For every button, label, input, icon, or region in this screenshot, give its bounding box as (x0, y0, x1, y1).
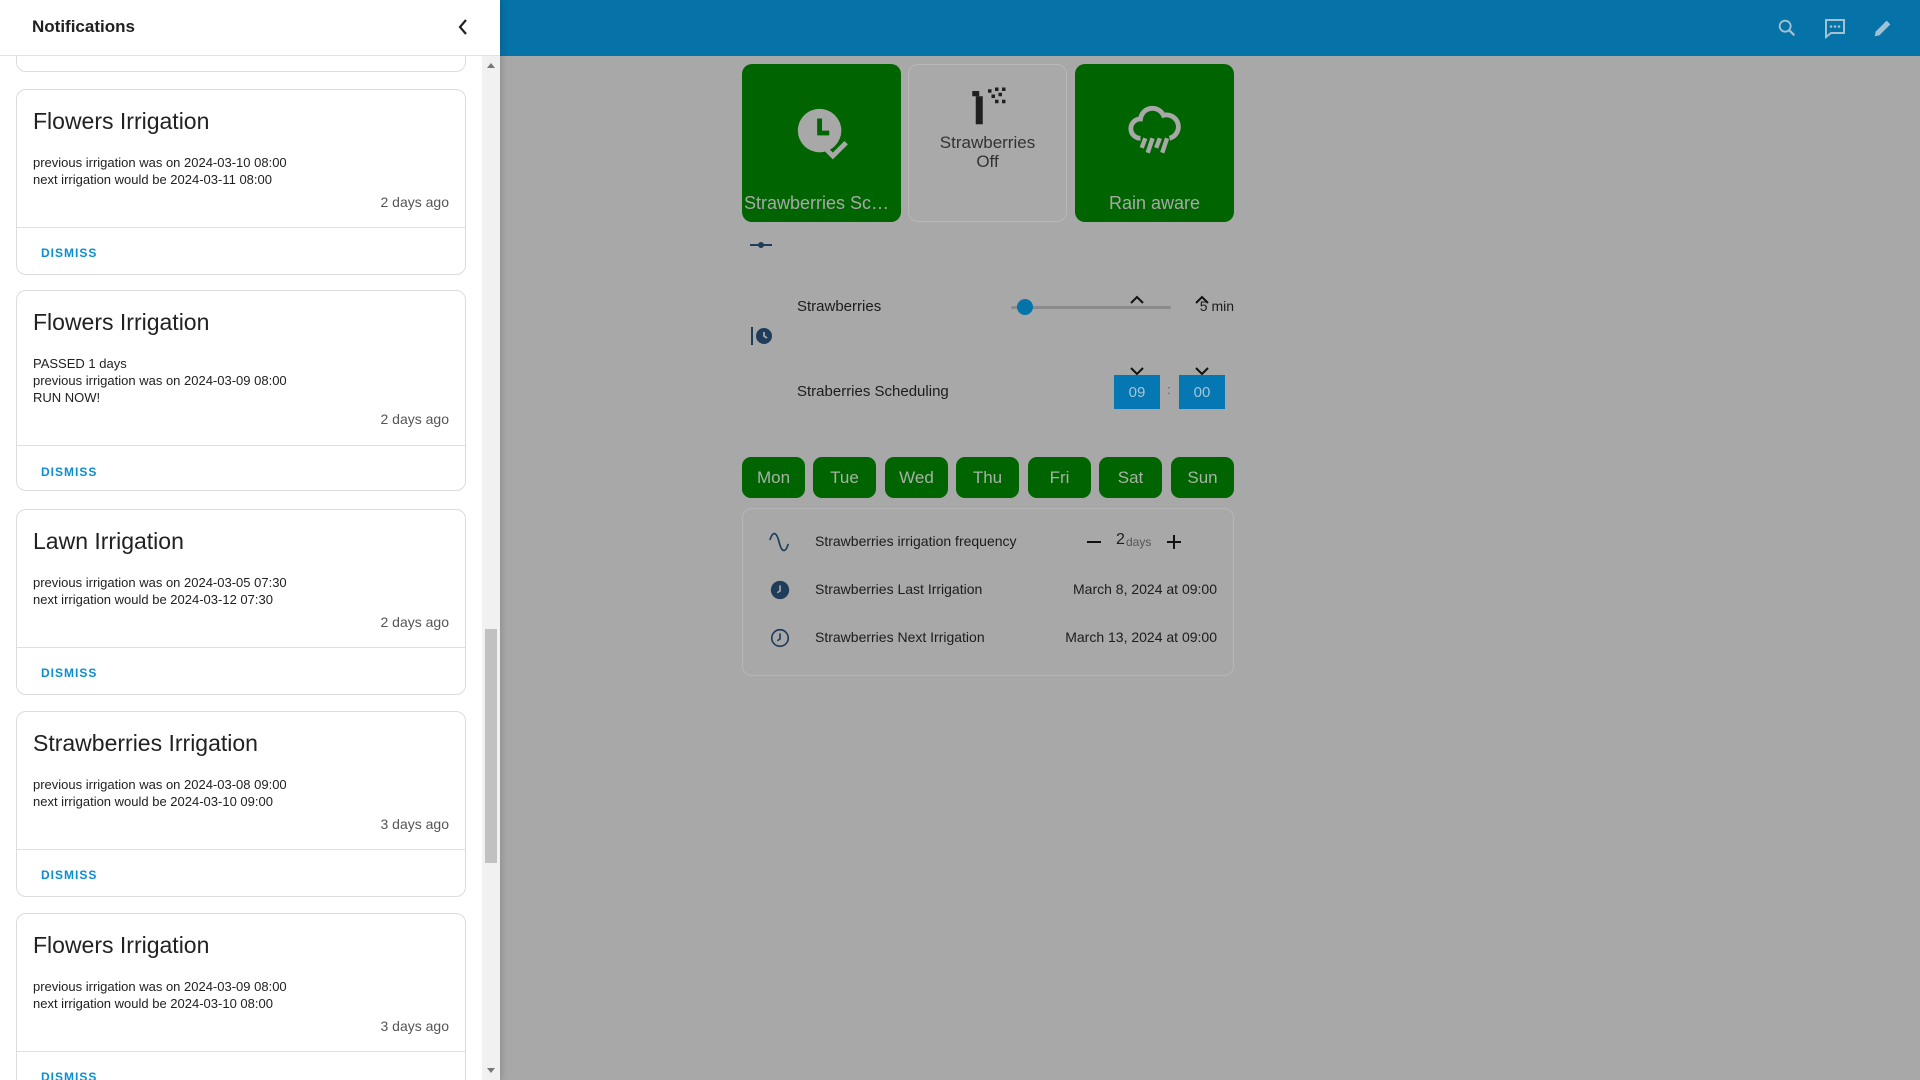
day-button-sun[interactable]: Sun (1171, 457, 1234, 498)
chat-icon[interactable] (1821, 14, 1849, 42)
notification-message: previous irrigation was on 2024-03-10 08… (33, 155, 287, 187)
notification-card: Flowers Irrigation PASSED 1 days previou… (16, 290, 466, 491)
notification-card: Strawberries Irrigation previous irrigat… (16, 711, 466, 897)
scroll-up-arrow-icon[interactable] (486, 60, 496, 70)
minus-icon[interactable] (1087, 541, 1101, 543)
next-irrigation-row: Strawberries Next Irrigation March 13, 2… (743, 623, 1233, 653)
frequency-row: Strawberries irrigation frequency 2 days (743, 527, 1233, 557)
notification-card: Flowers Irrigation previous irrigation w… (16, 913, 466, 1080)
tile-strawberries-valve[interactable]: Strawberries Off (908, 64, 1067, 222)
notification-title: Lawn Irrigation (33, 528, 184, 554)
duration-slider-knob[interactable] (1017, 299, 1033, 315)
notification-card: Lawn Irrigation previous irrigation was … (16, 509, 466, 695)
day-button-fri[interactable]: Fri (1028, 457, 1091, 498)
notification-title: Strawberries Irrigation (33, 730, 258, 756)
last-irrigation-row: Strawberries Last Irrigation March 8, 20… (743, 575, 1233, 605)
duration-name: Strawberries (797, 298, 882, 315)
notification-title: Flowers Irrigation (33, 932, 210, 958)
search-icon[interactable] (1773, 14, 1801, 42)
notification-list[interactable]: Flowers Irrigation previous irrigation w… (0, 56, 482, 1080)
tile-rain-aware[interactable]: Rain aware (1075, 64, 1234, 222)
hour-up-chevron-icon[interactable] (1127, 289, 1147, 309)
tile-label: Strawberries (939, 133, 1036, 152)
notification-scrollbar[interactable] (482, 56, 500, 1080)
chevron-left-icon[interactable] (452, 16, 474, 38)
notification-title: Flowers Irrigation (33, 108, 210, 134)
slider-icon (750, 242, 772, 248)
clock-outline-icon (770, 628, 790, 648)
notification-message: previous irrigation was on 2024-03-05 07… (33, 575, 287, 607)
notification-message: previous irrigation was on 2024-03-08 09… (33, 777, 287, 809)
minute-up-chevron-icon[interactable] (1192, 289, 1212, 309)
next-irrigation-value: March 13, 2024 at 09:00 (1065, 629, 1217, 645)
notification-message: previous irrigation was on 2024-03-09 08… (33, 979, 287, 1011)
day-button-thu[interactable]: Thu (956, 457, 1019, 498)
scheduling-name: Straberries Scheduling (797, 383, 949, 400)
scrollbar-thumb[interactable] (485, 629, 497, 863)
dismiss-button[interactable]: DISMISS (41, 666, 97, 680)
notification-title: Flowers Irrigation (33, 309, 210, 335)
irrigation-info-card: Strawberries irrigation frequency 2 days… (742, 508, 1234, 676)
day-button-wed[interactable]: Wed (885, 457, 948, 498)
notification-time: 2 days ago (380, 194, 450, 210)
day-button-sat[interactable]: Sat (1099, 457, 1162, 498)
last-irrigation-value: March 8, 2024 at 09:00 (1073, 581, 1217, 597)
notification-time: 3 days ago (380, 1018, 450, 1034)
frequency-name: Strawberries irrigation frequency (815, 533, 1017, 549)
dismiss-button[interactable]: DISMISS (41, 868, 97, 882)
notification-time: 2 days ago (380, 614, 450, 630)
minute-down-chevron-icon[interactable] (1192, 361, 1212, 381)
dismiss-button[interactable]: DISMISS (41, 465, 97, 479)
dismiss-button[interactable]: DISMISS (41, 1070, 97, 1080)
time-separator: : (1167, 382, 1171, 397)
frequency-value: 2 (1116, 531, 1125, 548)
weather-rain-icon (1127, 105, 1181, 154)
drawer-title: Notifications (32, 17, 135, 36)
frequency-unit: days (1126, 535, 1152, 549)
sprinkler-icon (971, 87, 1005, 125)
clock-filled-icon (770, 580, 790, 600)
notifications-drawer: Notifications Flowers Irrigation previou… (0, 0, 500, 1080)
pencil-icon[interactable] (1869, 14, 1897, 42)
notification-time: 3 days ago (380, 816, 450, 832)
notification-message: PASSED 1 days previous irrigation was on… (33, 356, 287, 405)
sine-wave-icon (769, 532, 790, 552)
day-button-mon[interactable]: Mon (742, 457, 805, 498)
tile-state: Off (976, 152, 999, 171)
scroll-down-arrow-icon[interactable] (486, 1066, 496, 1076)
hour-down-chevron-icon[interactable] (1127, 361, 1147, 381)
tile-label: Rain aware (1108, 193, 1201, 213)
last-irrigation-name: Strawberries Last Irrigation (815, 581, 983, 597)
drawer-header: Notifications (0, 0, 500, 56)
clock-start-icon (751, 327, 772, 345)
plus-icon[interactable] (1167, 535, 1181, 549)
tile-label: Strawberries Sched... (744, 193, 901, 213)
dismiss-button[interactable]: DISMISS (41, 246, 97, 260)
next-irrigation-name: Strawberries Next Irrigation (815, 629, 985, 645)
tile-strawberries-schedule[interactable]: Strawberries Sched... (742, 64, 901, 222)
notification-time: 2 days ago (380, 411, 450, 427)
day-button-tue[interactable]: Tue (813, 457, 876, 498)
clock-check-icon (797, 108, 848, 160)
notification-card (16, 56, 466, 72)
duration-slider-track[interactable] (1011, 306, 1171, 309)
notification-card: Flowers Irrigation previous irrigation w… (16, 89, 466, 275)
